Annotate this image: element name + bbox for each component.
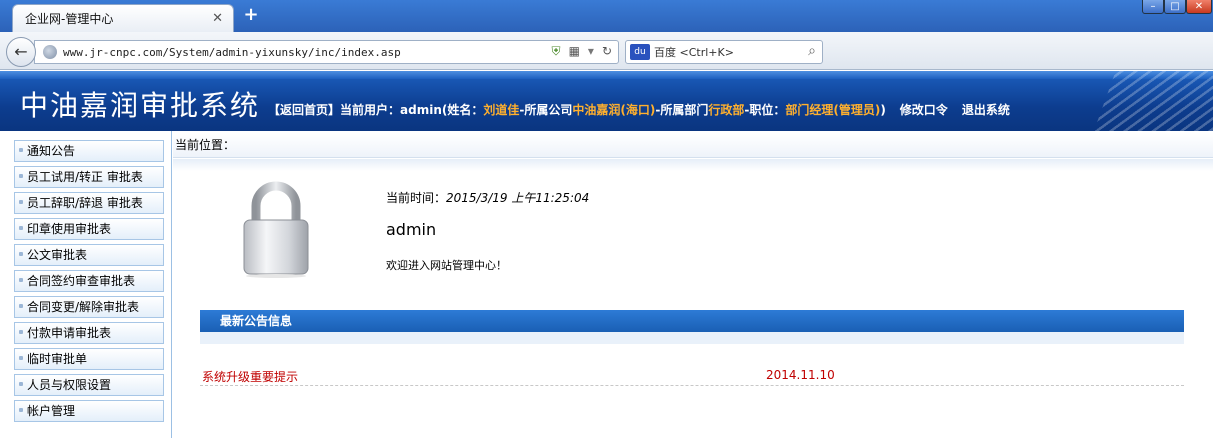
qr-code-icon[interactable]: ▦ [569, 44, 580, 59]
sidebar-item-permissions[interactable]: 人员与权限设置 [14, 374, 164, 396]
sidebar-item-label: 员工辞职/辞退 审批表 [27, 196, 143, 210]
bullet-icon [19, 148, 23, 152]
sidebar-item-label: 帐户管理 [27, 404, 76, 418]
search-engine-icon[interactable]: du [630, 44, 650, 60]
bullet-icon [19, 226, 23, 230]
logout-link[interactable]: 退出系统 [962, 103, 1010, 117]
sidebar-item-resignation[interactable]: 员工辞职/辞退 审批表 [14, 192, 164, 214]
address-bar[interactable]: www.jr-cnpc.com/System/admin-yixunsky/in… [34, 40, 619, 64]
sidebar-item-contract-sign[interactable]: 合同签约审查审批表 [14, 270, 164, 292]
sidebar-item-document[interactable]: 公文审批表 [14, 244, 164, 266]
position-name: 部门经理(管理员) [785, 103, 881, 117]
search-placeholder: 百度 <Ctrl+K> [654, 46, 734, 59]
bullet-icon [19, 278, 23, 282]
tab-title: 企业网-管理中心 [25, 12, 114, 26]
sidebar-item-label: 印章使用审批表 [27, 222, 112, 236]
dept-label: -所属部门 [655, 103, 709, 117]
sidebar-item-temporary[interactable]: 临时审批单 [14, 348, 164, 370]
sidebar-item-notice[interactable]: 通知公告 [14, 140, 164, 162]
current-time: 当前时间：2015/3/19 上午11:25:04 [386, 189, 589, 206]
sidebar-item-contract-change[interactable]: 合同变更/解除审批表 [14, 296, 164, 318]
bullet-icon [19, 330, 23, 334]
browser-tab[interactable]: 企业网-管理中心 ✕ [12, 4, 234, 32]
close-window-button[interactable]: ✕ [1186, 0, 1212, 14]
page-header: 中油嘉润审批系统 【返回首页】当前用户：admin(姓名：刘道佳-所属公司中油嘉… [0, 71, 1213, 131]
back-button[interactable]: ← [6, 37, 36, 67]
breadcrumb-divider [173, 159, 1213, 171]
app-title: 中油嘉润审批系统 [20, 89, 261, 122]
notice-section-subbar [200, 332, 1184, 344]
sidebar-item-payment[interactable]: 付款申请审批表 [14, 322, 164, 344]
sidebar-item-seal[interactable]: 印章使用审批表 [14, 218, 164, 240]
search-icon[interactable]: ⌕ [808, 43, 816, 59]
sidebar-item-label: 合同签约审查审批表 [27, 274, 136, 288]
maximize-window-button[interactable]: □ [1164, 0, 1186, 14]
bullet-icon [19, 252, 23, 256]
sidebar-item-label: 通知公告 [27, 144, 76, 158]
notice-section-header: 最新公告信息 [200, 310, 1184, 332]
new-tab-button[interactable]: + [240, 4, 262, 26]
back-home-link[interactable]: 【返回首页】 [268, 103, 340, 117]
user-name: 刘道佳 [483, 103, 520, 117]
sidebar-item-label: 付款申请审批表 [27, 326, 112, 340]
browser-navbar: www.jr-cnpc.com/System/admin-yixunsky/in… [0, 32, 1213, 91]
bullet-icon [19, 356, 23, 360]
position-label: -职位： [744, 103, 786, 117]
notice-title-link[interactable]: 系统升级重要提示 [202, 368, 298, 385]
sidebar-item-label: 合同变更/解除审批表 [27, 300, 140, 314]
current-user-label: 当前用户：admin(姓名： [340, 103, 484, 117]
lock-icon [243, 181, 309, 278]
time-label: 当前时间： [386, 191, 447, 205]
sidebar-item-probation[interactable]: 员工试用/转正 审批表 [14, 166, 164, 188]
notice-date: 2014.11.10 [766, 368, 835, 382]
header-stripe [0, 71, 1213, 79]
sidebar-item-label: 人员与权限设置 [27, 378, 112, 392]
url-text: www.jr-cnpc.com/System/admin-yixunsky/in… [63, 45, 401, 59]
shield-icon[interactable]: ⛨ [552, 44, 561, 59]
search-bar[interactable]: du 百度 <Ctrl+K> ⌕ [625, 40, 823, 64]
bullet-icon [19, 408, 23, 412]
sidebar-menu: 通知公告 员工试用/转正 审批表 员工辞职/辞退 审批表 印章使用审批表 公文审… [0, 131, 172, 438]
bullet-icon [19, 174, 23, 178]
admin-name: admin [386, 220, 437, 239]
dept-name: 行政部 [708, 103, 745, 117]
close-tab-icon[interactable]: ✕ [212, 11, 223, 26]
breadcrumb: 当前位置： [173, 134, 1213, 158]
company-label: -所属公司 [519, 103, 573, 117]
sidebar-item-label: 临时审批单 [27, 352, 88, 366]
globe-icon [43, 45, 57, 59]
close-paren: ) [880, 103, 886, 117]
company-name: 中油嘉润(海口) [572, 103, 656, 117]
time-value: 2015/3/19 上午11:25:04 [446, 191, 590, 205]
bullet-icon [19, 200, 23, 204]
change-password-link[interactable]: 修改口令 [900, 103, 948, 117]
browser-titlebar: 企业网-管理中心 ✕ + – □ ✕ [0, 0, 1213, 32]
header-decoration [1086, 71, 1213, 131]
reload-icon[interactable]: ↻ [602, 44, 612, 59]
user-info-bar: 【返回首页】当前用户：admin(姓名：刘道佳-所属公司中油嘉润(海口)-所属部… [268, 101, 1010, 118]
sidebar-item-label: 员工试用/转正 审批表 [27, 170, 143, 184]
sidebar-item-label: 公文审批表 [27, 248, 88, 262]
bullet-icon [19, 304, 23, 308]
dropdown-icon[interactable]: ▾ [588, 44, 594, 59]
sidebar-item-account[interactable]: 帐户管理 [14, 400, 164, 422]
welcome-message: 欢迎进入网站管理中心！ [386, 259, 507, 272]
minimize-window-button[interactable]: – [1142, 0, 1164, 14]
bullet-icon [19, 382, 23, 386]
notice-row[interactable]: 系统升级重要提示 2014.11.10 [200, 366, 1184, 386]
